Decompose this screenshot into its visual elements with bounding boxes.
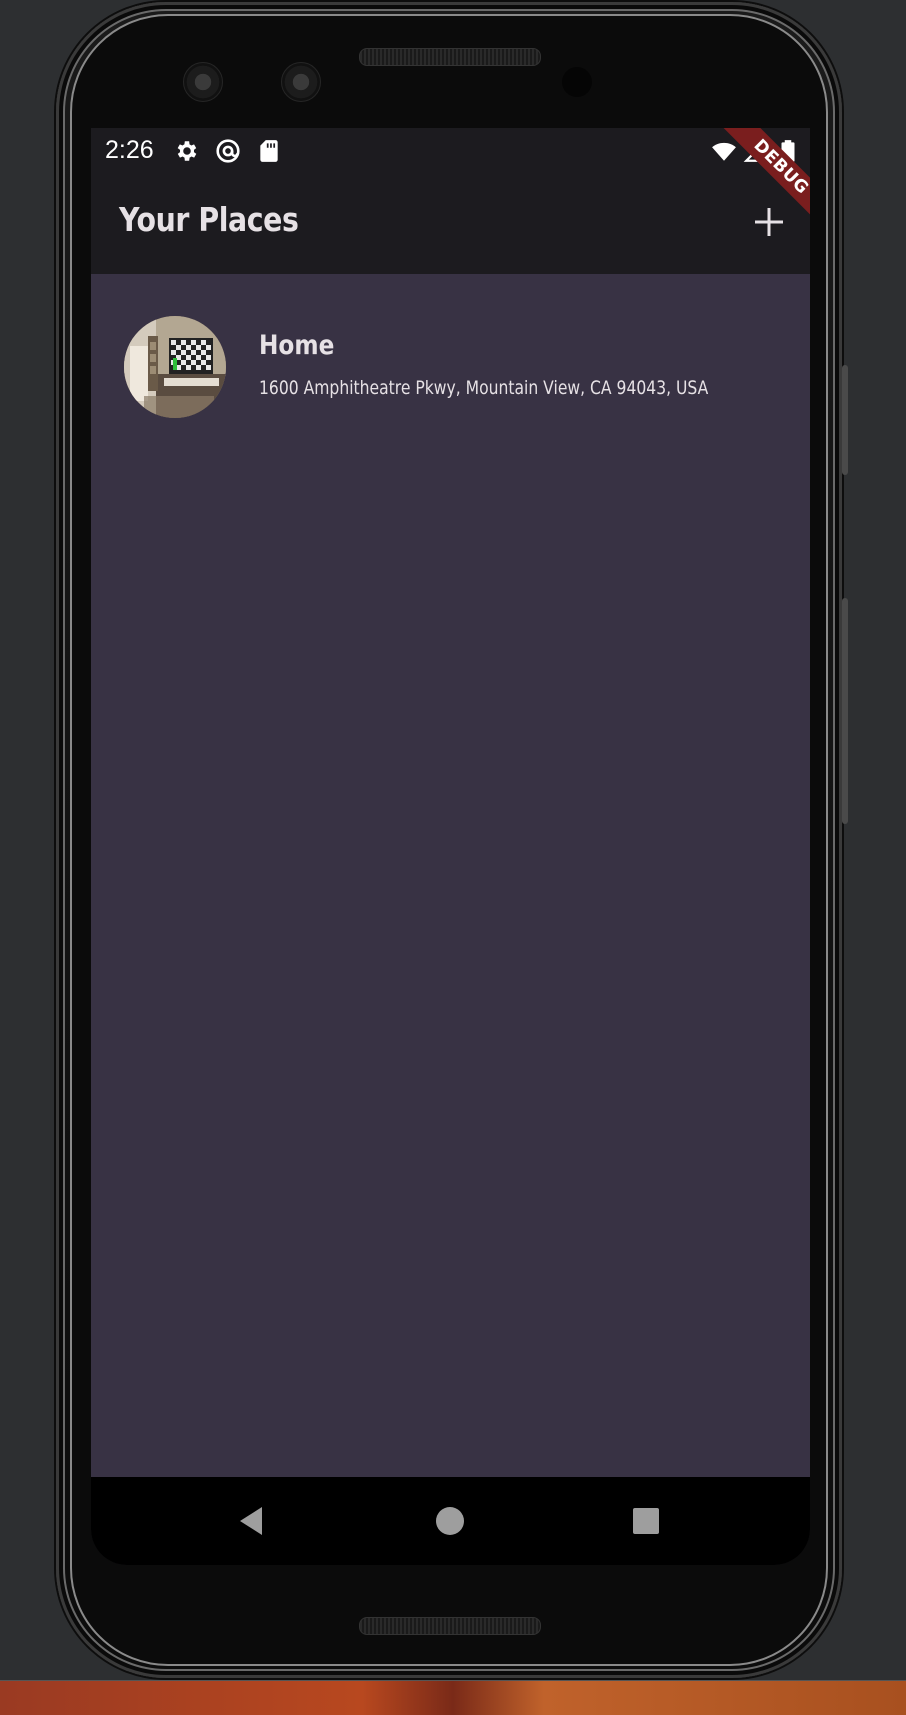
volume-button xyxy=(842,598,848,824)
power-button xyxy=(842,365,848,475)
place-address: 1600 Amphitheatre Pkwy, Mountain View, C… xyxy=(259,377,709,399)
earpiece-speaker xyxy=(359,48,541,66)
home-icon[interactable] xyxy=(430,1501,470,1541)
page-title: Your Places xyxy=(119,200,299,239)
proximity-sensor xyxy=(183,62,223,102)
bottom-speaker xyxy=(359,1617,541,1635)
app-bar: Your Places xyxy=(91,176,810,274)
gear-icon xyxy=(177,141,197,161)
place-title: Home xyxy=(259,330,335,361)
wifi-icon xyxy=(712,142,736,161)
at-sign-icon xyxy=(216,139,240,163)
recents-icon[interactable] xyxy=(626,1501,666,1541)
desktop-background xyxy=(0,1680,906,1715)
sd-card-icon xyxy=(260,140,278,162)
navigation-bar xyxy=(91,1477,810,1565)
ambient-sensor xyxy=(281,62,321,102)
plus-icon xyxy=(755,208,783,236)
places-list: Home 1600 Amphitheatre Pkwy, Mountain Vi… xyxy=(91,274,810,1477)
add-place-button[interactable] xyxy=(747,200,791,244)
list-item[interactable]: Home 1600 Amphitheatre Pkwy, Mountain Vi… xyxy=(91,274,810,418)
front-camera xyxy=(562,67,592,97)
status-time: 2:26 xyxy=(105,136,154,164)
place-image xyxy=(124,316,226,418)
back-icon[interactable] xyxy=(233,1501,273,1541)
status-bar: 2:26 xyxy=(91,128,810,176)
device-screen: 2:26 Your Places DEBUG Home 1600 Amphith… xyxy=(91,128,810,1565)
